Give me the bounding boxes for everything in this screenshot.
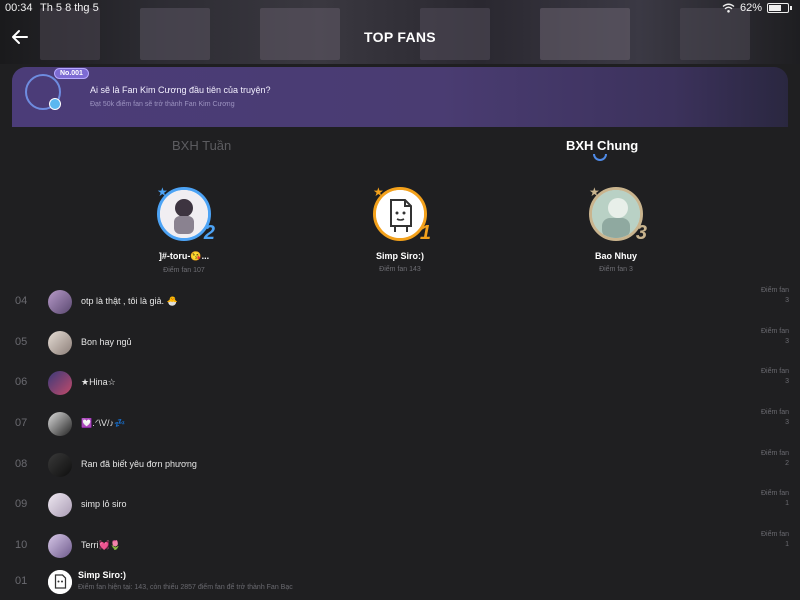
user-name: Ran đã biết yêu đơn phương — [81, 459, 197, 469]
podium-points: Điểm fan 143 — [379, 266, 421, 273]
progress-text: Điểm fan hiện tại: 143, còn thiếu 2857 đ… — [78, 584, 293, 591]
tab-weekly[interactable]: BXH Tuần — [172, 138, 231, 153]
rank-number: 07 — [15, 417, 28, 429]
rank-number: 08 — [15, 458, 28, 470]
avatar — [48, 412, 72, 436]
rank-number: 09 — [15, 498, 28, 510]
user-name: 💟.ᐟ\V/♪💤 — [81, 418, 126, 428]
points-value: 3 — [785, 378, 789, 385]
header-banner: 00:34 Th 5 8 thg 5 62% TOP FANS — [0, 0, 800, 64]
podium-points: Điểm fan 107 — [163, 267, 205, 274]
points-value: 1 — [785, 500, 789, 507]
points-label: Điểm fan — [760, 409, 789, 416]
tab-overall[interactable]: BXH Chung — [566, 138, 638, 153]
page-title: TOP FANS — [364, 29, 436, 45]
promo-subtitle: Đạt 50k điểm fan sẽ trở thành Fan Kim Cư… — [90, 101, 235, 108]
rank-badge: No.001 — [54, 68, 89, 79]
avatar — [48, 570, 72, 594]
list-item[interactable]: 04 otp là thật , tôi là giả. 🐣 Điểm fan … — [0, 282, 800, 322]
status-bar: 00:34 Th 5 8 thg 5 62% — [0, 0, 800, 18]
avatar-image — [48, 570, 72, 594]
points-value: 3 — [785, 297, 789, 304]
rank-number: 2 — [203, 222, 215, 244]
podium-name: ]#-toru-😘... — [158, 251, 210, 261]
rank-number: 3 — [635, 222, 647, 244]
podium-name: Bao Nhuy — [594, 251, 637, 261]
battery-percent: 62% — [739, 2, 762, 14]
rank-number: 01 — [15, 575, 28, 587]
rank-number: 1 — [419, 222, 431, 244]
avatar — [48, 534, 72, 558]
battery-cap — [790, 6, 792, 10]
diamond-fan-promo[interactable]: No.001 Ai sẽ là Fan Kim Cương đầu tiên c… — [12, 67, 788, 127]
podium-avatar-frame: ★ 3 — [589, 185, 647, 244]
user-name: simp lỏ siro — [81, 499, 127, 509]
user-name: Bon hay ngủ — [81, 337, 132, 347]
user-name: Simp Siro:) — [78, 570, 127, 580]
avatar — [48, 290, 72, 314]
diamond-icon — [49, 98, 61, 110]
list-item[interactable]: 10 Terri💓🌷 Điểm fan 1 — [0, 526, 800, 566]
user-name: ★Hina☆ — [81, 377, 116, 387]
status-date: Th 5 8 thg 5 — [40, 2, 99, 14]
list-item[interactable]: 05 Bon hay ngủ Điểm fan 3 — [0, 323, 800, 363]
points-label: Điểm fan — [760, 368, 789, 375]
battery-icon — [767, 3, 789, 13]
status-right: 62% — [722, 2, 792, 14]
rank-number: 06 — [15, 376, 28, 388]
my-rank-row[interactable]: 01 Simp Siro:) Điểm fan hiện tại: 143, c… — [0, 564, 800, 600]
list-item[interactable]: 07 💟.ᐟ\V/♪💤 Điểm fan 3 — [0, 404, 800, 444]
rank-number: 10 — [15, 539, 28, 551]
star-icon: ★ — [157, 185, 168, 199]
podium-second[interactable]: ★ 2 ]#-toru-😘... Điểm fan 107 — [104, 185, 264, 274]
promo-question: Ai sẽ là Fan Kim Cương đầu tiên của truy… — [90, 85, 271, 95]
points-label: Điểm fan — [760, 287, 789, 294]
points-label: Điểm fan — [760, 490, 789, 497]
star-icon: ★ — [589, 185, 600, 199]
podium-avatar-frame: ★ 2 — [157, 185, 215, 244]
points-label: Điểm fan — [760, 531, 789, 538]
active-tab-indicator — [593, 154, 607, 161]
podium-avatar-frame: ★ 1 — [373, 185, 431, 244]
points-value: 1 — [785, 541, 789, 548]
podium-third[interactable]: ★ 3 Bao Nhuy Điểm fan 3 — [536, 185, 696, 273]
status-time: 00:34 — [5, 2, 33, 14]
avatar — [48, 453, 72, 477]
user-name: Terri💓🌷 — [81, 540, 121, 550]
list-item[interactable]: 08 Ran đã biết yêu đơn phương Điểm fan 2 — [0, 445, 800, 485]
rank-number: 04 — [15, 295, 28, 307]
points-value: 3 — [785, 419, 789, 426]
points-value: 2 — [785, 460, 789, 467]
podium-points: Điểm fan 3 — [599, 266, 633, 273]
wifi-icon — [722, 3, 735, 13]
points-label: Điểm fan — [760, 328, 789, 335]
user-name: otp là thật , tôi là giả. 🐣 — [81, 296, 178, 306]
list-item[interactable]: 09 simp lỏ siro Điểm fan 1 — [0, 485, 800, 525]
list-item[interactable]: 06 ★Hina☆ Điểm fan 3 — [0, 363, 800, 403]
avatar — [48, 331, 72, 355]
avatar — [48, 371, 72, 395]
points-value: 3 — [785, 338, 789, 345]
points-label: Điểm fan — [760, 450, 789, 457]
star-icon: ★ — [373, 185, 384, 199]
podium-first[interactable]: ★ 1 Simp Siro:) Điểm fan 143 — [320, 185, 480, 273]
avatar — [48, 493, 72, 517]
podium-name: Simp Siro:) — [375, 251, 424, 261]
rank-number: 05 — [15, 336, 28, 348]
